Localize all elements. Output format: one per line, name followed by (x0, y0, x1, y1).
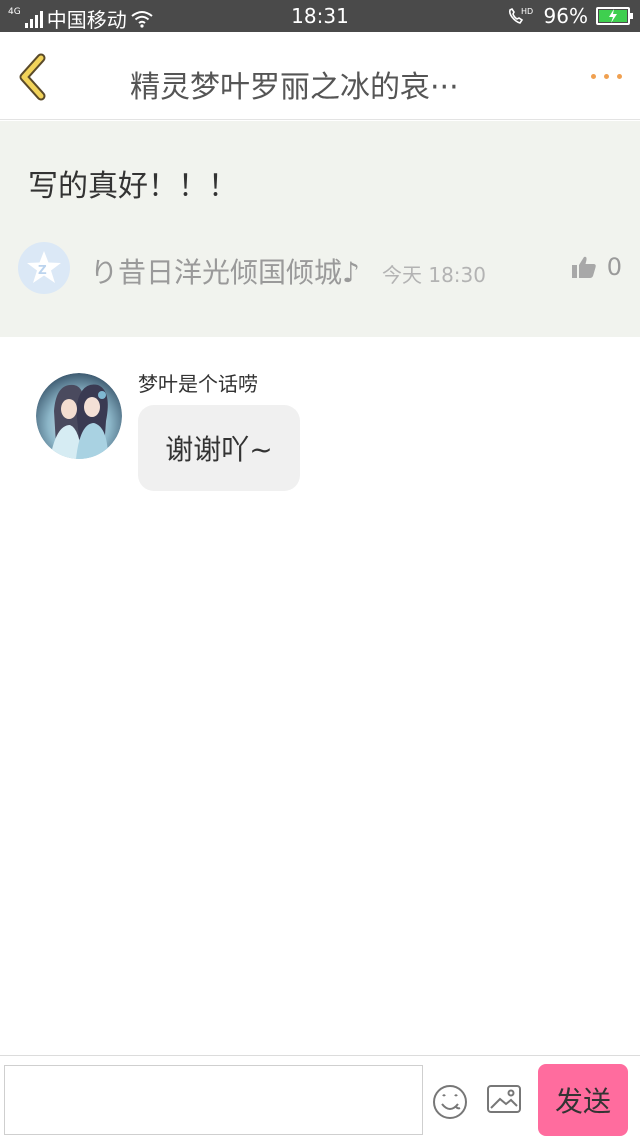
reply-author[interactable]: 梦叶是个话唠 (138, 368, 258, 397)
more-button[interactable] (591, 66, 622, 86)
hd-call-icon: HD (508, 7, 533, 24)
original-comment: 写的真好！！！ Z り昔日洋光倾国倾城♪ 今天 18:30 0 (0, 121, 640, 337)
status-right: HD 96% (506, 4, 633, 28)
page-title: 精灵梦叶罗丽之冰的哀··· (130, 70, 459, 105)
reply-avatar[interactable] (36, 373, 122, 459)
input-bar: 发送 (0, 1055, 640, 1138)
comment-text: 写的真好！！！ (28, 169, 238, 204)
battery-icon (596, 7, 633, 25)
comment-input[interactable] (4, 1065, 423, 1135)
header: 精灵梦叶罗丽之冰的哀··· (0, 32, 640, 120)
like-count: 0 (606, 253, 622, 281)
battery-percent: 96% (543, 4, 588, 28)
send-button[interactable]: 发送 (538, 1064, 628, 1136)
commenter-avatar[interactable]: Z (18, 242, 70, 294)
reply-bubble: 谢谢吖~ (138, 405, 300, 491)
thumbs-up-icon (571, 256, 596, 278)
image-button[interactable] (484, 1082, 524, 1118)
emoji-button[interactable] (430, 1082, 470, 1122)
svg-text:Z: Z (38, 263, 47, 277)
qq-zone-icon: Z (27, 251, 61, 283)
back-button[interactable] (10, 52, 60, 102)
like-button[interactable]: 0 (571, 253, 622, 281)
commenter-name[interactable]: り昔日洋光倾国倾城♪ (90, 251, 360, 291)
svg-text:HD: HD (521, 7, 533, 16)
status-bar: 4G 中国移动 18:31 HD 96% (0, 0, 640, 32)
comment-time: 今天 18:30 (382, 263, 486, 287)
ellipsis-icon (591, 73, 596, 79)
